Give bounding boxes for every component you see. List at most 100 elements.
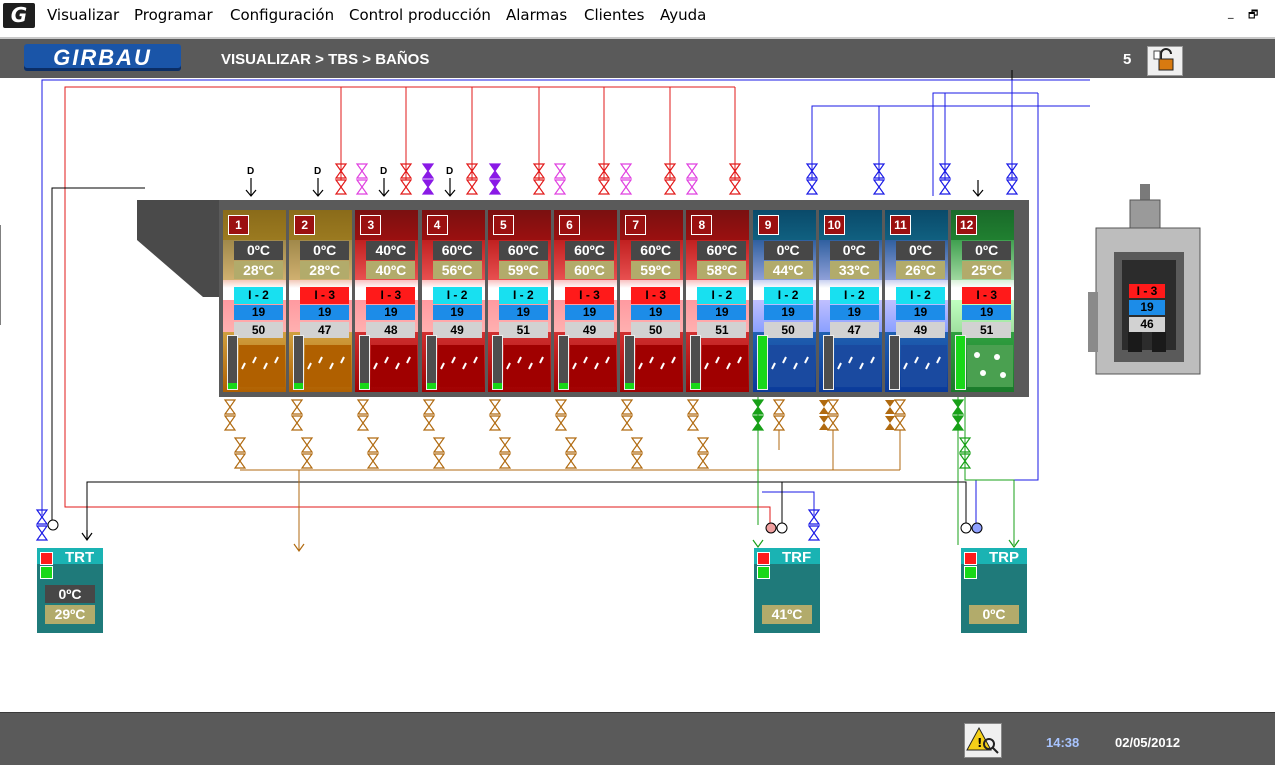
- level-bar-fill: [956, 336, 965, 389]
- bath-number: 19: [433, 305, 482, 320]
- level-bar-fill: [427, 383, 436, 389]
- level-bar: [624, 335, 635, 390]
- compartment-10[interactable]: 100ºC33ºCI - 21947: [819, 210, 882, 392]
- tank-status-red: [40, 552, 53, 565]
- bath-number: 19: [499, 305, 548, 320]
- press-level: 46: [1129, 317, 1165, 332]
- bath-drops-icon: [636, 345, 682, 387]
- program-code: I - 2: [234, 287, 283, 304]
- set-temperature: 0ºC: [962, 241, 1011, 260]
- level-bar-fill: [294, 383, 303, 389]
- tank-name: TRF: [782, 549, 811, 566]
- compartment-2[interactable]: 2 0ºC28ºC I - 319 47: [289, 210, 352, 392]
- set-temperature: 60ºC: [697, 241, 746, 260]
- tank-name: TRT: [65, 549, 94, 566]
- tank-trt[interactable]: TRT 0ºC 29ºC: [37, 548, 103, 633]
- actual-temperature: 56ºC: [433, 261, 482, 279]
- compartment-6[interactable]: 660ºC60ºCI - 31949: [554, 210, 617, 392]
- compartment-9[interactable]: 90ºC44ºCI - 21950: [753, 210, 816, 392]
- set-temperature: 0ºC: [896, 241, 945, 260]
- tank-actual-temp: 29ºC: [45, 605, 95, 624]
- compartment-number: 7: [625, 215, 646, 235]
- bath-drops-icon: [570, 345, 616, 387]
- bath-drops-icon: [438, 345, 484, 387]
- actual-temperature: 26ºC: [896, 261, 945, 279]
- level-bar-fill: [758, 336, 767, 389]
- program-code: I - 2: [830, 287, 879, 304]
- dosing-label: D: [247, 166, 254, 177]
- actual-temperature: 60ºC: [565, 261, 614, 279]
- program-code: I - 2: [433, 287, 482, 304]
- compartment-7[interactable]: 760ºC59ºCI - 31950: [620, 210, 683, 392]
- compartment-number: 1: [228, 215, 249, 235]
- set-temperature: 0ºC: [830, 241, 879, 260]
- compartment-11[interactable]: 110ºC26ºCI - 21949: [885, 210, 948, 392]
- set-temperature: 0ºC: [300, 241, 349, 260]
- level-bar: [359, 335, 370, 390]
- tank-status-green: [964, 566, 977, 579]
- status-bar: ! 14:38 02/05/2012: [0, 712, 1275, 765]
- alarm-button[interactable]: !: [964, 723, 1002, 758]
- actual-temperature: 59ºC: [499, 261, 548, 279]
- set-temperature: 60ºC: [631, 241, 680, 260]
- compartment-8[interactable]: 860ºC58ºCI - 21951: [686, 210, 749, 392]
- tank-status-red: [757, 552, 770, 565]
- level-value: 50: [234, 322, 283, 338]
- bath-drops-icon: [371, 345, 417, 387]
- program-code: I - 3: [300, 287, 349, 304]
- level-value: 50: [631, 322, 680, 338]
- compartment-12[interactable]: 120ºC25ºCI - 31951: [951, 210, 1014, 392]
- bath-number: 19: [234, 305, 283, 320]
- compartment-5[interactable]: 560ºC59ºCI - 21951: [488, 210, 551, 392]
- actual-temperature: 44ºC: [764, 261, 813, 279]
- dosing-label: D: [380, 166, 387, 177]
- press-machine-icon[interactable]: [1088, 182, 1206, 378]
- compartment-number: 2: [294, 215, 315, 235]
- bath-number: 19: [962, 305, 1011, 320]
- program-code: I - 2: [697, 287, 746, 304]
- bath-drops-icon: [239, 345, 285, 387]
- bath-drops-icon: [702, 345, 748, 387]
- bath-number: 19: [300, 305, 349, 320]
- compartment-4[interactable]: 4 60ºC56ºC I - 219 49: [422, 210, 485, 392]
- bath-number: 19: [830, 305, 879, 320]
- tank-status-red: [964, 552, 977, 565]
- tank-name: TRP: [989, 549, 1019, 566]
- bath-number: 19: [764, 305, 813, 320]
- compartment-number: 4: [427, 215, 448, 235]
- set-temperature: 60ºC: [565, 241, 614, 260]
- level-bar-fill: [493, 383, 502, 389]
- compartment-3[interactable]: 340ºC40ºCI - 31948: [355, 210, 418, 392]
- tank-trp[interactable]: TRP 0ºC: [961, 548, 1027, 633]
- actual-temperature: 59ºC: [631, 261, 680, 279]
- bath-number: 19: [565, 305, 614, 320]
- bath-drops-icon: [769, 345, 815, 387]
- level-bar-fill: [691, 383, 700, 389]
- tank-set-temp: 0ºC: [45, 585, 95, 603]
- actual-temperature: 28ºC: [300, 261, 349, 279]
- tank-status-green: [757, 566, 770, 579]
- level-value: 51: [962, 322, 1011, 338]
- level-value: 48: [366, 322, 415, 338]
- level-value: 49: [433, 322, 482, 338]
- compartment-number: 5: [493, 215, 514, 235]
- bath-drops-icon: [901, 345, 947, 387]
- dosing-label: D: [314, 166, 321, 177]
- set-temperature: 60ºC: [433, 241, 482, 260]
- program-code: I - 2: [499, 287, 548, 304]
- program-code: I - 3: [631, 287, 680, 304]
- program-code: I - 2: [896, 287, 945, 304]
- tank-trf[interactable]: TRF 41ºC: [754, 548, 820, 633]
- compartment-number: 10: [824, 215, 845, 235]
- compartment-number: 6: [559, 215, 580, 235]
- level-bar: [558, 335, 569, 390]
- set-temperature: 0ºC: [234, 241, 283, 260]
- level-bar: [690, 335, 701, 390]
- tank-actual-temp: 0ºC: [969, 605, 1019, 624]
- compartment-number: 11: [890, 215, 911, 235]
- level-bar: [227, 335, 238, 390]
- level-value: 47: [300, 322, 349, 338]
- level-value: 49: [896, 322, 945, 338]
- compartment-1[interactable]: 10ºC28ºCI - 21950: [223, 210, 286, 392]
- level-bar-fill: [360, 383, 369, 389]
